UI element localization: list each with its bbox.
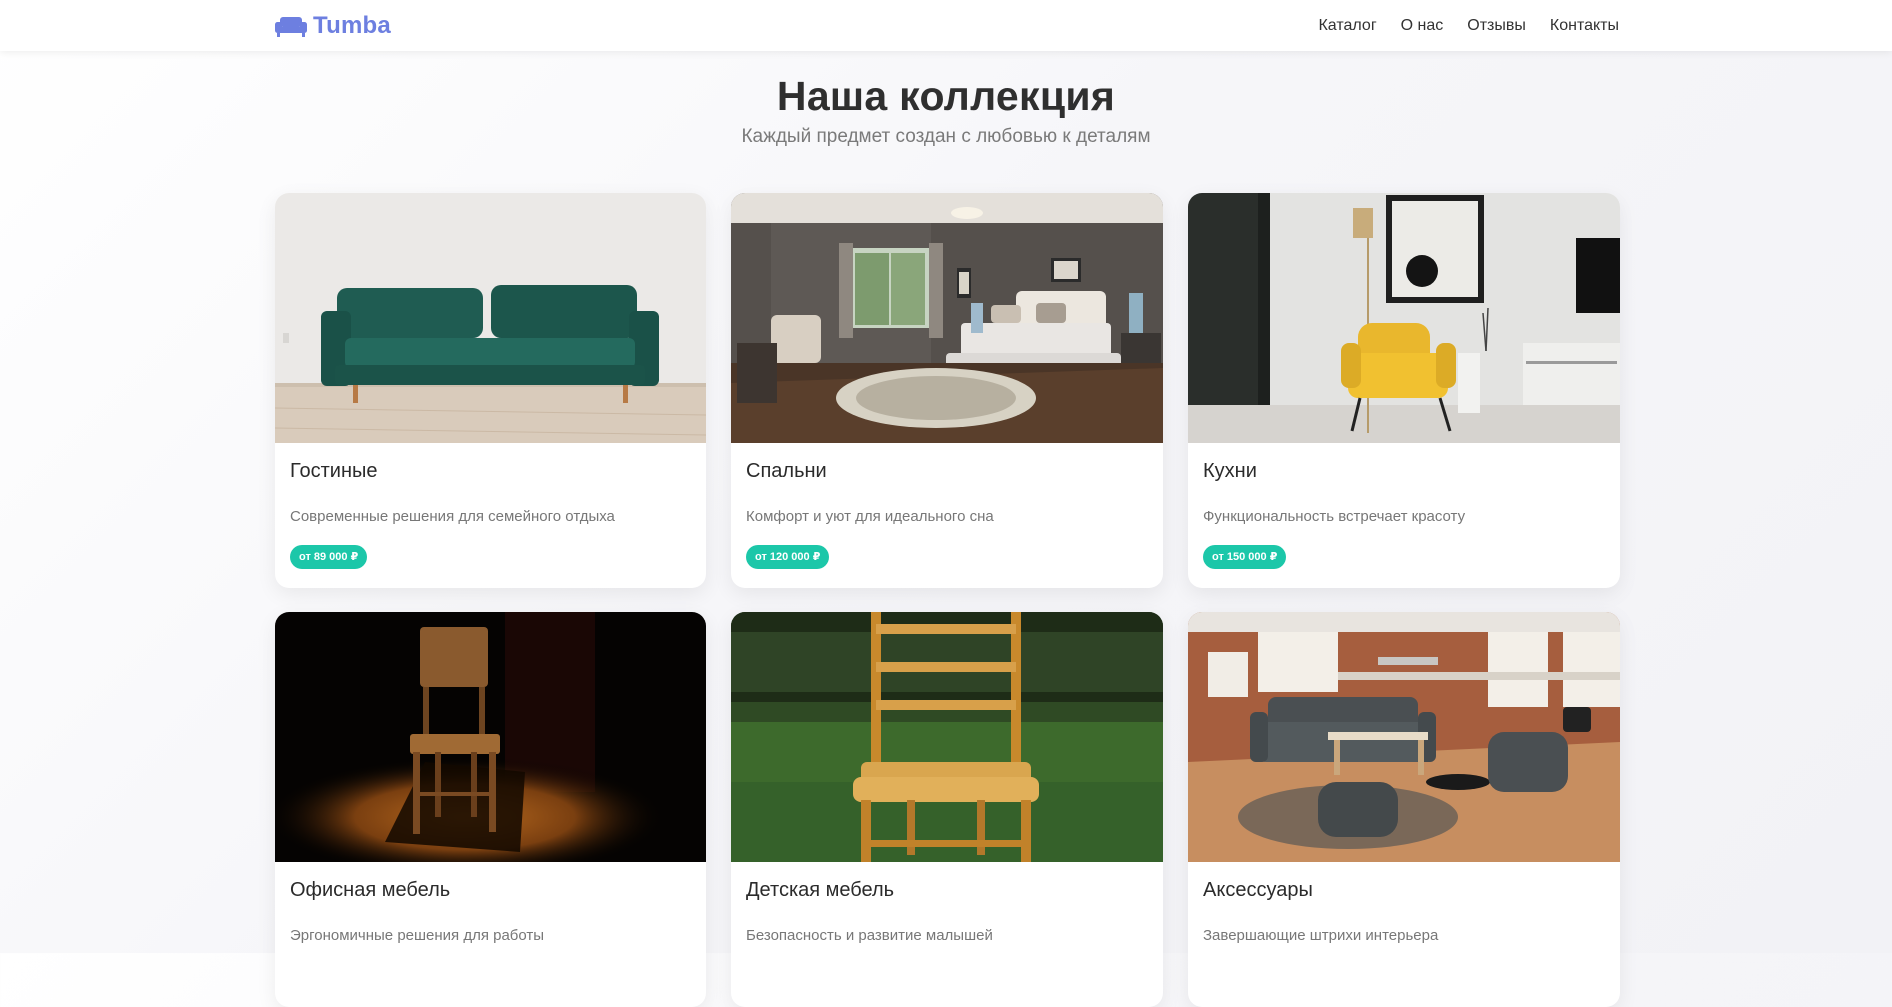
category-card-accessories[interactable]: Аксессуары Завершающие штрихи интерьера: [1188, 612, 1620, 1007]
sofa-icon: [275, 16, 307, 37]
bedroom-photo: [731, 193, 1163, 443]
collection-header: Наша коллекция Каждый предмет создан с л…: [0, 70, 1892, 148]
category-card-office-furniture[interactable]: Офисная мебель Эргономичные решения для …: [275, 612, 706, 1007]
price-badge: от 150 000 ₽: [1203, 545, 1287, 569]
card-title: Офисная мебель: [290, 879, 451, 901]
loft-lounge-photo: [1188, 612, 1620, 862]
category-card-kitchens[interactable]: Кухни Функциональность встречает красоту…: [1188, 193, 1620, 588]
card-title: Аксессуары: [1203, 879, 1313, 901]
wooden-chair-grass-photo: [731, 612, 1163, 862]
page-subtitle: Каждый предмет создан с любовью к деталя…: [741, 126, 1151, 147]
brand-logo-link[interactable]: Tumba: [275, 12, 391, 40]
card-description: Безопасность и развитие малышей: [746, 927, 993, 944]
card-description: Завершающие штрихи интерьера: [1203, 927, 1439, 944]
yellow-armchair-photo: [1188, 193, 1620, 443]
category-card-bedrooms[interactable]: Спальни Комфорт и уют для идеального сна…: [731, 193, 1163, 588]
card-body: Аксессуары Завершающие штрихи интерьера: [1188, 862, 1620, 946]
navbar-inner: Tumba Каталог О нас Отзывы Контакты: [275, 0, 1619, 51]
wooden-chair-spotlight-photo: [275, 612, 706, 862]
card-body: Гостиные Современные решения для семейно…: [275, 443, 706, 569]
card-title: Кухни: [1203, 460, 1257, 482]
nav-link-reviews[interactable]: Отзывы: [1467, 17, 1526, 35]
green-sofa-photo: [275, 193, 706, 443]
card-description: Комфорт и уют для идеального сна: [746, 508, 994, 525]
price-badge: от 89 000 ₽: [290, 545, 368, 569]
collection-grid: Гостиные Современные решения для семейно…: [275, 193, 1620, 1007]
category-card-kids-furniture[interactable]: Детская мебель Безопасность и развитие м…: [731, 612, 1163, 1007]
nav-link-contacts[interactable]: Контакты: [1550, 17, 1619, 35]
card-title: Гостиные: [290, 460, 378, 482]
card-title: Спальни: [746, 460, 827, 482]
nav-link-catalog[interactable]: Каталог: [1318, 17, 1376, 35]
card-title: Детская мебель: [746, 879, 895, 901]
price-badge: от 120 000 ₽: [746, 545, 830, 569]
nav-link-about[interactable]: О нас: [1401, 17, 1444, 35]
card-body: Детская мебель Безопасность и развитие м…: [731, 862, 1163, 946]
card-body: Офисная мебель Эргономичные решения для …: [275, 862, 706, 946]
card-body: Кухни Функциональность встречает красоту…: [1188, 443, 1620, 569]
card-description: Современные решения для семейного отдыха: [290, 508, 615, 525]
card-description: Эргономичные решения для работы: [290, 927, 545, 944]
navbar: Tumba Каталог О нас Отзывы Контакты: [0, 0, 1892, 51]
brand-name: Tumba: [313, 11, 391, 39]
card-description: Функциональность встречает красоту: [1203, 508, 1466, 525]
card-body: Спальни Комфорт и уют для идеального сна…: [731, 443, 1163, 569]
category-card-living-rooms[interactable]: Гостиные Современные решения для семейно…: [275, 193, 706, 588]
main-nav: Каталог О нас Отзывы Контакты: [1318, 17, 1619, 35]
page-title: Наша коллекция: [776, 73, 1116, 119]
